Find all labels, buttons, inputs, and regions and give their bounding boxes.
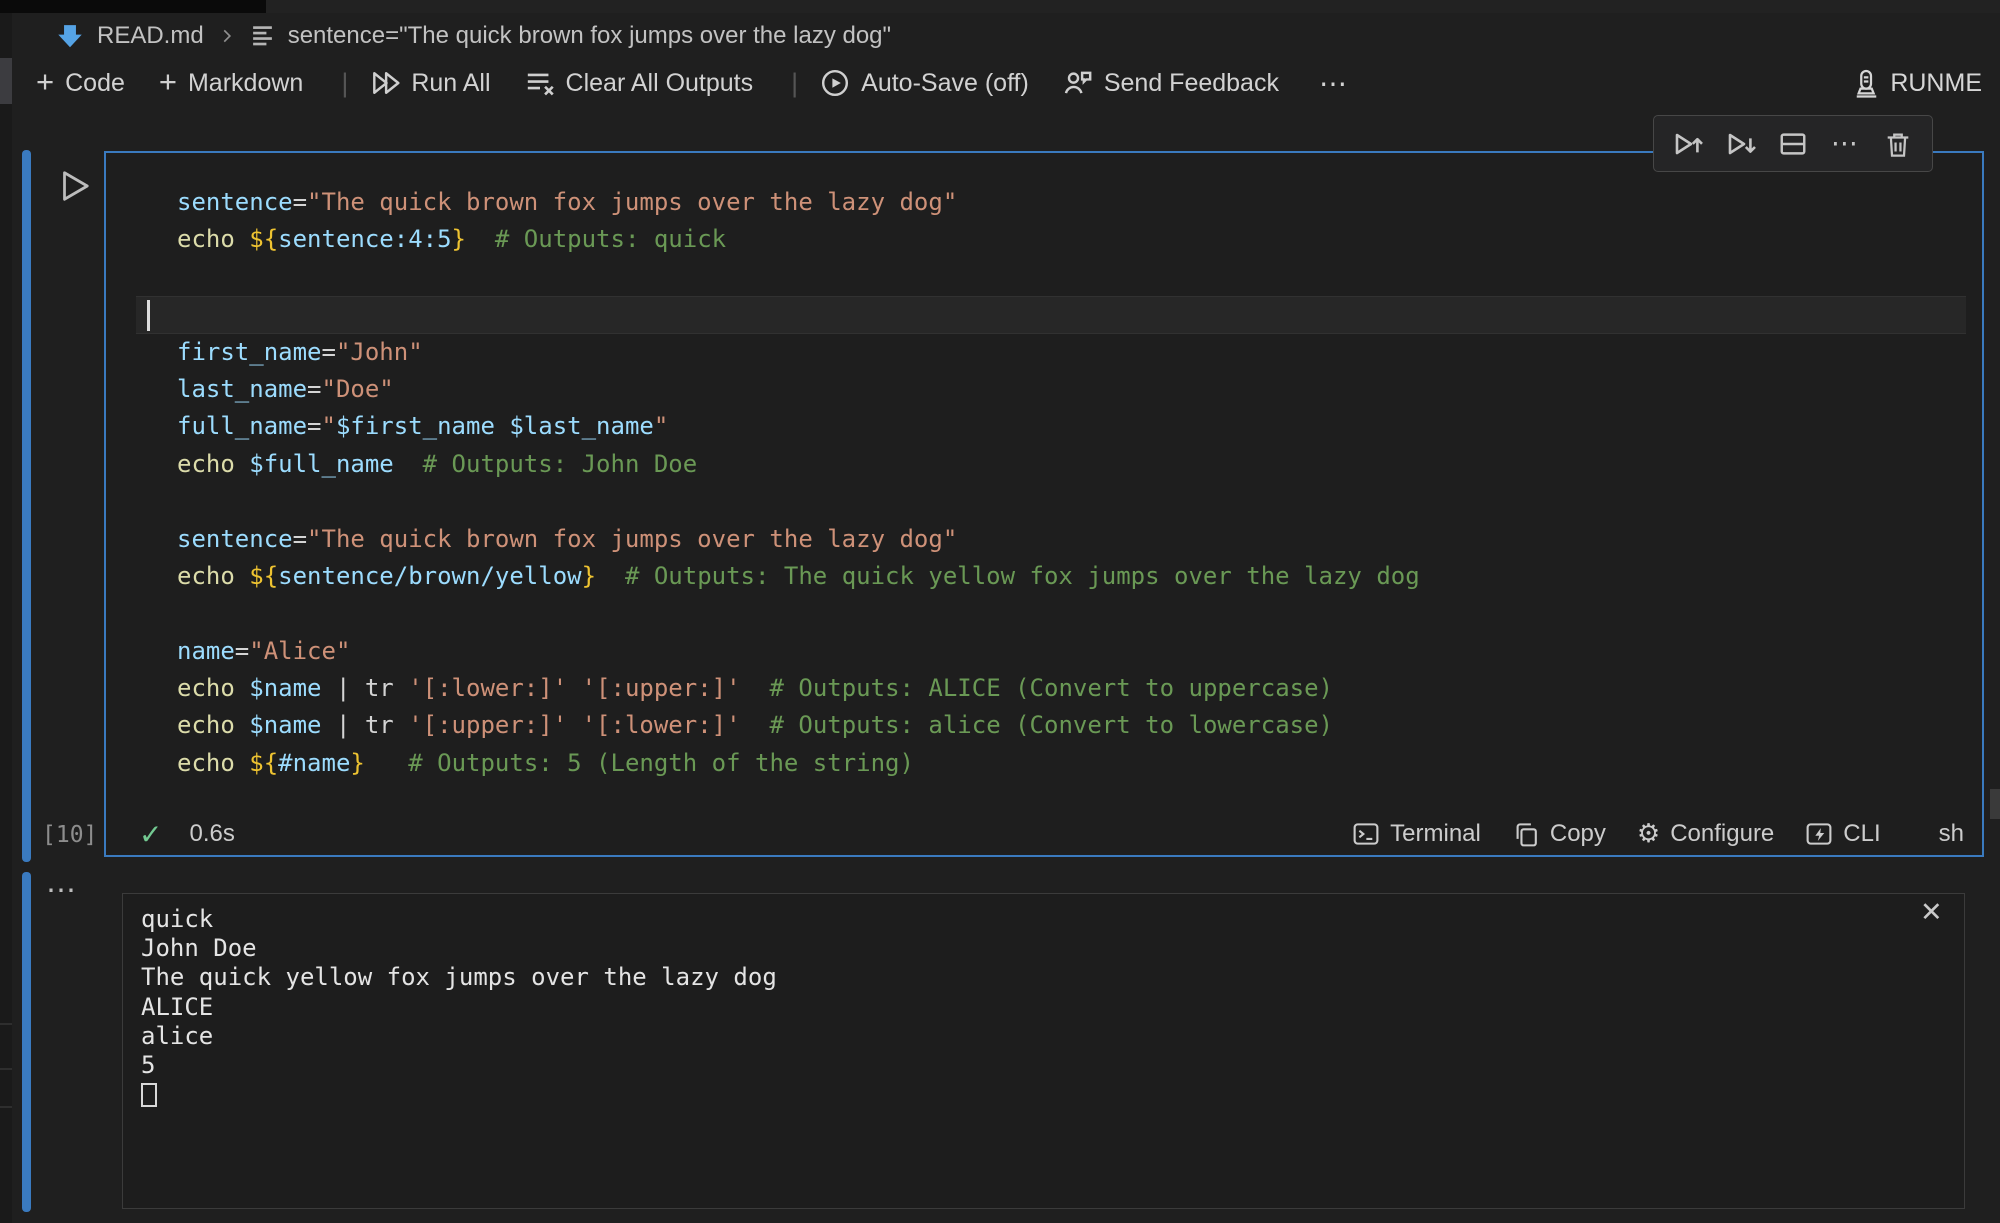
code-line[interactable]: sentence="The quick brown fox jumps over… [136, 184, 1966, 221]
left-edge-divider [0, 1106, 12, 1108]
copy-icon [1512, 820, 1540, 848]
auto-save-toggle[interactable]: Auto-Save (off) [820, 68, 1029, 98]
scrollbar-thumb[interactable] [1990, 789, 2000, 819]
breadcrumb-cell-label[interactable]: sentence="The quick brown fox jumps over… [288, 22, 891, 50]
notebook-toolbar: + Code + Markdown | Run All Clear All Ou… [12, 58, 2000, 108]
cell-focus-bar [22, 150, 31, 862]
output-line: quick [141, 905, 1964, 934]
terminal-icon [1352, 820, 1380, 848]
toolbar-divider: | [791, 68, 798, 99]
left-edge-divider [0, 1068, 12, 1070]
output-line: 5 [141, 1051, 1964, 1080]
code-line[interactable]: echo ${sentence:4:5} # Outputs: quick [136, 221, 1966, 258]
split-cell-button[interactable] [1775, 126, 1811, 162]
breadcrumb-separator-icon [217, 24, 237, 48]
runme-markdown-file-icon [56, 22, 84, 50]
code-cell: sentence="The quick brown fox jumps over… [104, 151, 1984, 857]
output-area: quickJohn DoeThe quick yellow fox jumps … [122, 893, 1965, 1209]
runme-notebook-window: READ.md sentence="The quick brown fox ju… [0, 0, 2000, 1223]
cli-icon [1805, 820, 1833, 848]
breadcrumb: READ.md sentence="The quick brown fox ju… [12, 13, 2000, 58]
circle-play-icon [820, 68, 850, 98]
toolbar-divider: | [341, 68, 348, 99]
plus-icon: + [159, 66, 177, 97]
feedback-person-icon [1063, 68, 1093, 98]
output-menu-button[interactable]: ⋯ [46, 873, 77, 908]
execution-count: [10] [42, 822, 97, 848]
execution-duration: 0.6s [189, 820, 234, 848]
output-line: The quick yellow fox jumps over the lazy… [141, 963, 1964, 992]
configure-button[interactable]: ⚙ Configure [1637, 820, 1774, 848]
execute-above-button[interactable] [1670, 126, 1706, 162]
code-line[interactable] [136, 259, 1966, 296]
run-all-icon [370, 68, 400, 98]
cli-button[interactable]: CLI [1805, 820, 1880, 848]
cell-action-toolbar: ⋯ [1653, 115, 1933, 172]
gear-icon: ⚙ [1637, 821, 1660, 847]
code-line[interactable]: sentence="The quick brown fox jumps over… [136, 521, 1966, 558]
language-selector[interactable]: sh [1939, 820, 1964, 848]
left-edge-decoration [0, 58, 12, 104]
code-line[interactable]: last_name="Doe" [136, 371, 1966, 408]
run-all-button[interactable]: Run All [370, 68, 490, 98]
output-line: ALICE [141, 993, 1964, 1022]
code-line[interactable] [136, 296, 1966, 333]
add-markdown-button[interactable]: + Markdown [159, 69, 303, 98]
code-line[interactable] [136, 595, 1966, 632]
code-line[interactable]: echo $name | tr '[:lower:]' '[:upper:]' … [136, 670, 1966, 707]
toolbar-more-button[interactable]: ⋯ [1319, 67, 1349, 100]
clear-all-icon [525, 68, 555, 98]
execute-cell-and-below-button[interactable] [1723, 126, 1759, 162]
code-line[interactable]: first_name="John" [136, 334, 1966, 371]
run-cell-button[interactable] [54, 166, 94, 206]
cell-status-bar: ✓ 0.6s Terminal [106, 815, 1982, 855]
delete-cell-button[interactable] [1880, 126, 1916, 162]
output-close-button[interactable]: ✕ [1920, 897, 1943, 928]
runme-logo-icon [1850, 68, 1880, 98]
copy-button[interactable]: Copy [1512, 820, 1606, 848]
output-cursor-line [141, 1080, 1964, 1114]
plus-icon: + [36, 66, 54, 97]
top-window-strip [0, 0, 266, 13]
left-edge-divider [0, 1023, 12, 1025]
output-focus-bar [22, 872, 31, 1212]
code-line[interactable]: echo ${#name} # Outputs: 5 (Length of th… [136, 745, 1966, 782]
code-line[interactable]: echo $name | tr '[:upper:]' '[:lower:]' … [136, 707, 1966, 744]
code-line[interactable]: echo ${sentence/brown/yellow} # Outputs:… [136, 558, 1966, 595]
terminal-button[interactable]: Terminal [1352, 820, 1481, 848]
code-line[interactable]: name="Alice" [136, 633, 1966, 670]
code-editor[interactable]: sentence="The quick brown fox jumps over… [106, 153, 1982, 815]
add-code-button[interactable]: + Code [36, 69, 125, 98]
clear-all-outputs-button[interactable]: Clear All Outputs [525, 68, 754, 98]
cell-more-actions-button[interactable]: ⋯ [1827, 126, 1863, 162]
code-block-symbol-icon [250, 23, 275, 48]
left-edge-strip [0, 13, 12, 1223]
code-line[interactable]: echo $full_name # Outputs: John Doe [136, 446, 1966, 483]
success-check-icon: ✓ [139, 818, 162, 851]
active-tab-edge [266, 0, 2000, 13]
code-line[interactable] [136, 483, 1966, 520]
code-line[interactable]: full_name="$first_name $last_name" [136, 408, 1966, 445]
text-caret [147, 300, 150, 331]
runme-brand: RUNME [1850, 58, 1982, 108]
send-feedback-button[interactable]: Send Feedback [1063, 68, 1279, 98]
output-line: John Doe [141, 934, 1964, 963]
breadcrumb-file[interactable]: READ.md [97, 22, 204, 50]
terminal-block-cursor [141, 1083, 157, 1107]
output-line: alice [141, 1022, 1964, 1051]
